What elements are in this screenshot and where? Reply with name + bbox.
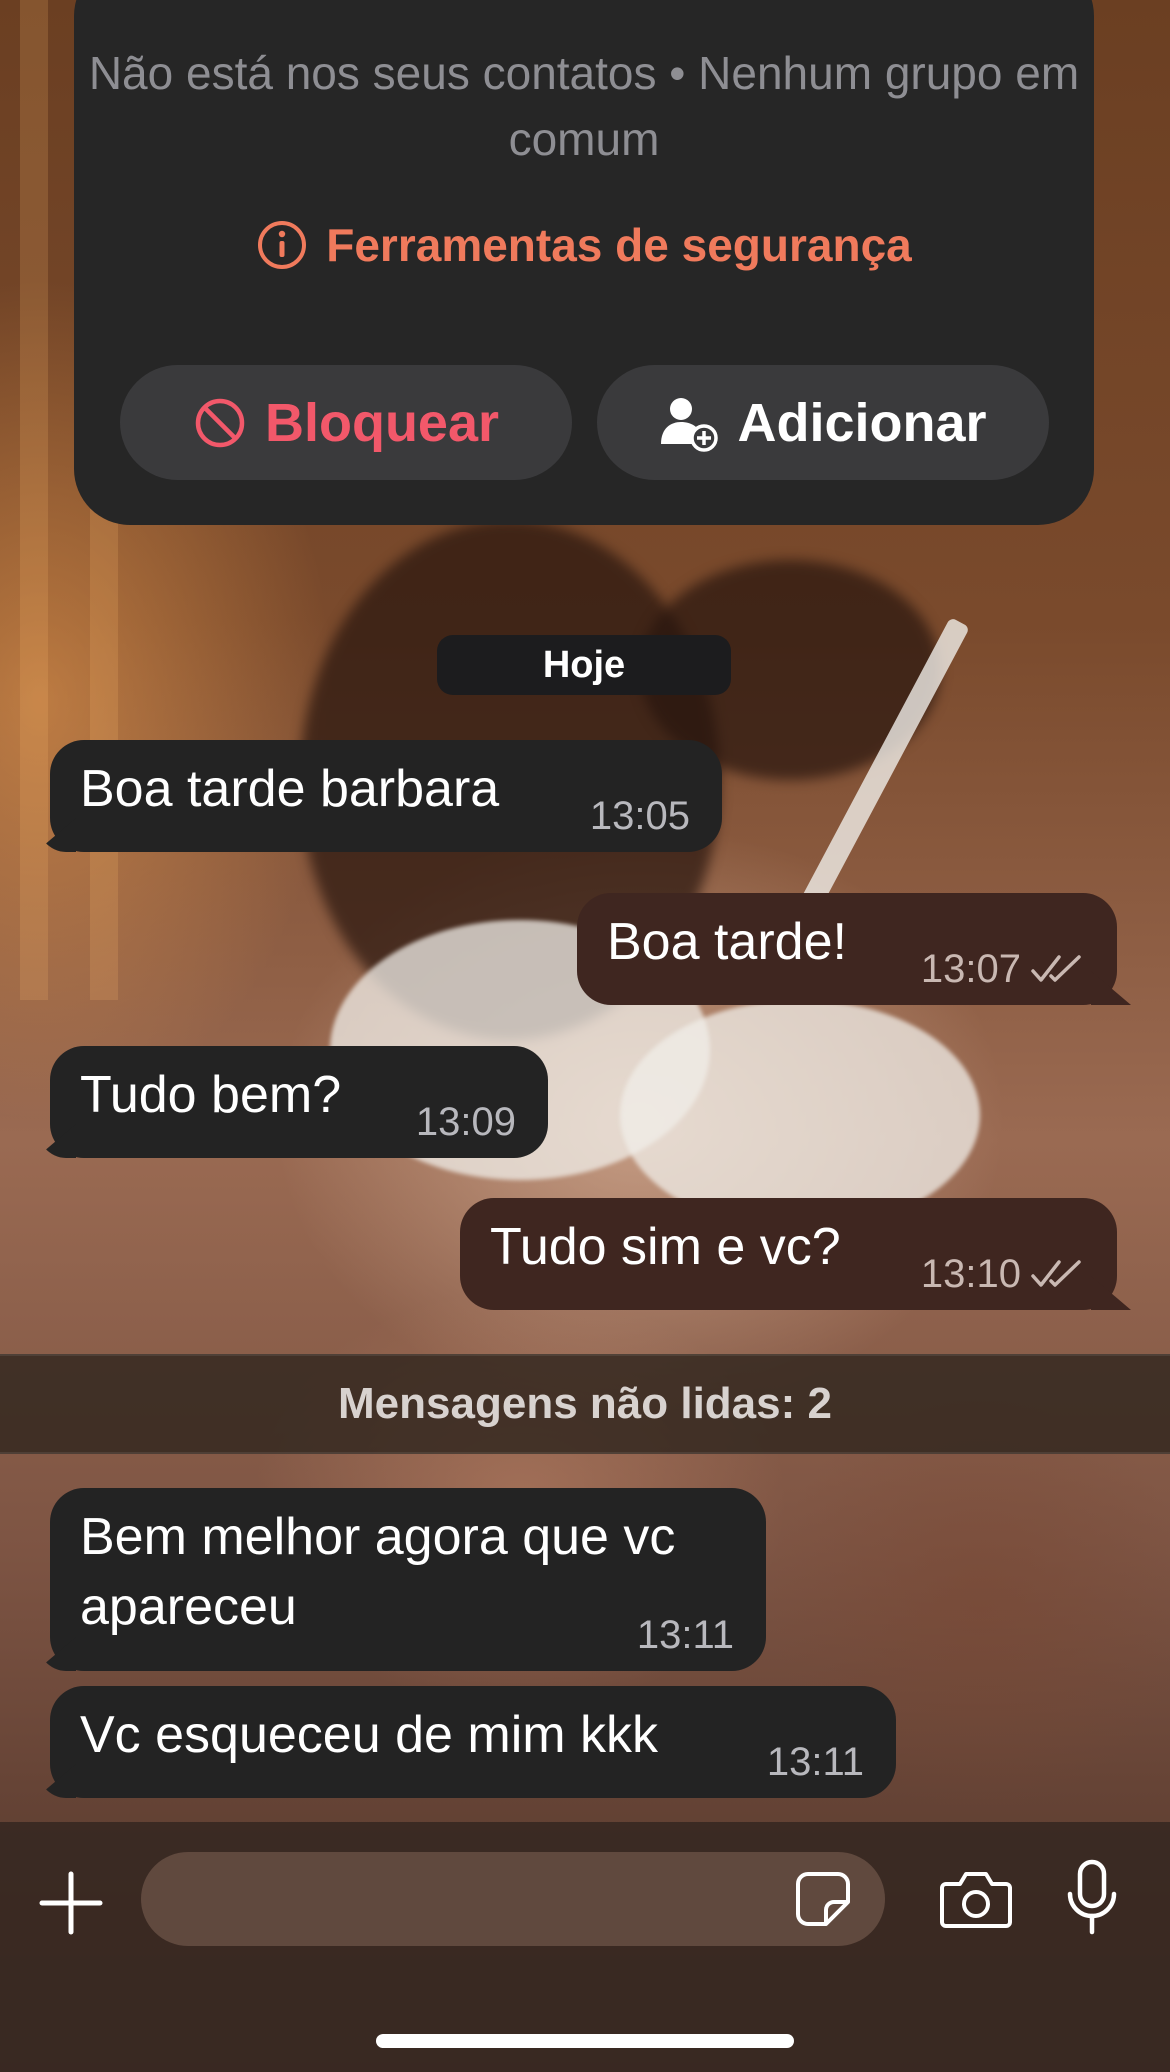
message-text: Boa tarde! <box>607 913 847 971</box>
message-text: Tudo bem? <box>80 1066 342 1124</box>
message-text: Tudo sim e vc? <box>490 1218 841 1276</box>
safety-tools-label: Ferramentas de segurança <box>326 219 912 271</box>
read-check-icon <box>1031 1259 1085 1289</box>
message-time: 13:09 <box>415 1100 516 1144</box>
message-text: Boa tarde barbara <box>80 760 500 818</box>
message-time: 13:10 <box>920 1252 1021 1296</box>
block-icon <box>193 396 247 450</box>
microphone-icon[interactable] <box>1064 1858 1120 1938</box>
message-bubble-outgoing[interactable]: Boa tarde! 13:07 <box>577 893 1117 1005</box>
add-contact-button[interactable]: Adicionar <box>597 365 1049 480</box>
unread-messages-divider: Mensagens não lidas: 2 <box>0 1354 1170 1454</box>
sticker-icon[interactable] <box>794 1870 852 1928</box>
message-bubble-incoming[interactable]: Bem melhor agora que vc apareceu 13:11 <box>50 1488 766 1671</box>
message-input[interactable] <box>141 1852 885 1946</box>
add-label: Adicionar <box>737 392 987 453</box>
wallpaper-detail <box>620 1000 980 1230</box>
message-text: Bem melhor agora que vc apareceu <box>80 1508 676 1636</box>
plus-icon[interactable] <box>36 1868 106 1938</box>
message-text: Vc esqueceu de mim kkk <box>80 1706 659 1764</box>
block-label: Bloquear <box>264 392 500 453</box>
message-time: 13:05 <box>589 794 690 838</box>
message-bubble-incoming[interactable]: Boa tarde barbara 13:05 <box>50 740 722 852</box>
camera-icon[interactable] <box>940 1868 1012 1930</box>
add-person-icon <box>659 394 719 452</box>
message-time: 13:11 <box>766 1740 864 1784</box>
message-time: 13:07 <box>920 947 1021 991</box>
safety-tools-link[interactable]: Ferramentas de segurança <box>74 218 1094 272</box>
message-bubble-incoming[interactable]: Vc esqueceu de mim kkk 13:11 <box>50 1686 896 1798</box>
date-chip: Hoje <box>437 635 731 695</box>
message-bubble-outgoing[interactable]: Tudo sim e vc? 13:10 <box>460 1198 1117 1310</box>
info-icon <box>256 219 308 271</box>
block-button[interactable]: Bloquear <box>120 365 572 480</box>
wallpaper-detail <box>20 0 48 1000</box>
message-time: 13:11 <box>636 1613 734 1657</box>
contact-info-text: Não está nos seus contatos • Nenhum grup… <box>88 47 1080 165</box>
message-bubble-incoming[interactable]: Tudo bem? 13:09 <box>50 1046 548 1158</box>
home-indicator[interactable] <box>376 2034 794 2048</box>
read-check-icon <box>1031 954 1085 984</box>
